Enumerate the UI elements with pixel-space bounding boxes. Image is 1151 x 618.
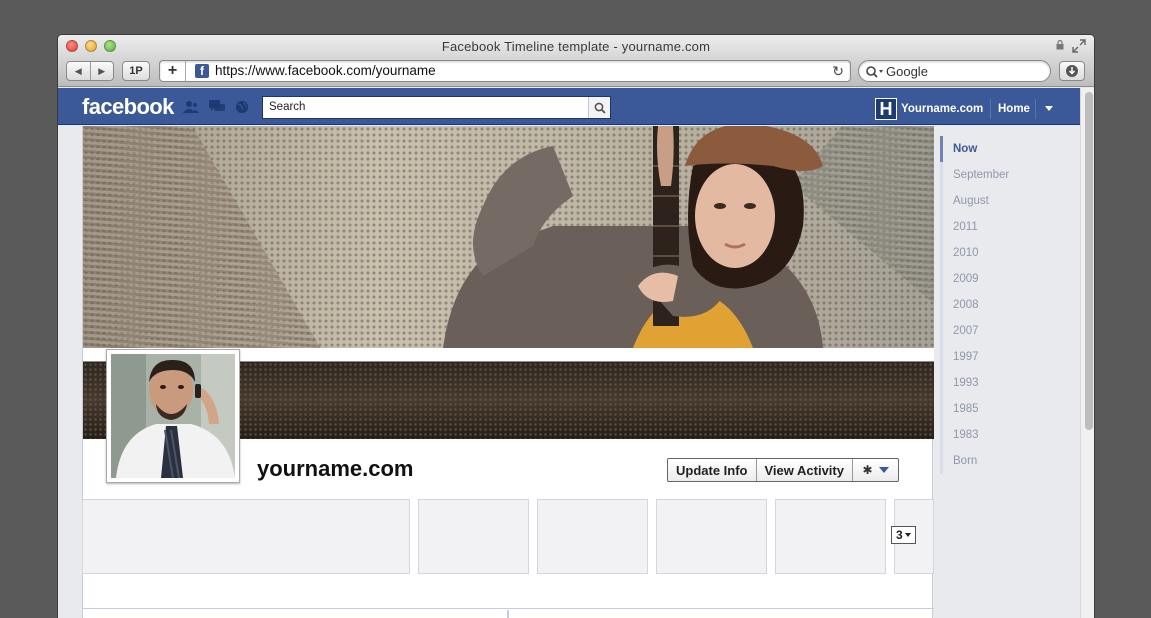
scrubber-item[interactable]: August: [940, 188, 1070, 214]
search-icon: [866, 66, 883, 78]
view-activity-button[interactable]: View Activity: [755, 459, 852, 481]
timeline-column: yourname.com Update Info View Activity ✱…: [82, 126, 934, 618]
fullscreen-icon[interactable]: [1072, 39, 1086, 53]
app-tile[interactable]: [82, 499, 410, 574]
scrubber-item[interactable]: 2009: [940, 266, 1070, 292]
facebook-logo[interactable]: facebook: [82, 94, 174, 120]
downloads-button[interactable]: [1059, 61, 1085, 81]
scrubber-item[interactable]: 2007: [940, 318, 1070, 344]
chevron-down-icon: [878, 467, 889, 473]
extension-button[interactable]: 1P: [122, 61, 150, 81]
title-bar: Facebook Timeline template - yourname.co…: [58, 35, 1094, 59]
more-apps-button[interactable]: 3: [891, 526, 916, 544]
scrubber-item[interactable]: Now: [940, 136, 1070, 162]
profile-name-link[interactable]: Yourname.com: [901, 103, 983, 115]
triangle-right-icon: ▶: [98, 65, 106, 76]
search-engine-label: Google: [886, 64, 928, 79]
scrubber-item[interactable]: 2010: [940, 240, 1070, 266]
app-tile[interactable]: [656, 499, 767, 574]
back-button[interactable]: ◀: [67, 62, 90, 80]
scrubber-item[interactable]: 1993: [940, 370, 1070, 396]
search-placeholder: Search: [269, 101, 306, 113]
update-info-button[interactable]: Update Info: [668, 459, 756, 481]
profile-actions: Update Info View Activity ✱: [667, 458, 899, 482]
caret-down-icon: [904, 533, 911, 537]
header-divider: [1035, 99, 1036, 119]
scrubber-item[interactable]: 1985: [940, 396, 1070, 422]
messages-icon[interactable]: [209, 100, 225, 114]
account-menu-caret-icon[interactable]: [1045, 106, 1053, 111]
header-divider: [990, 99, 991, 119]
profile-thumbnail-icon[interactable]: H: [875, 98, 897, 120]
reload-icon[interactable]: ↻: [832, 63, 844, 80]
forward-button[interactable]: ▶: [89, 62, 114, 80]
browser-search-field[interactable]: Google: [858, 60, 1051, 82]
lock-icon: [1056, 40, 1064, 50]
scrubber-item[interactable]: September: [940, 162, 1070, 188]
facebook-top-bar: facebook Search H Yourname.com Home: [58, 88, 1080, 125]
timeline-divider: [83, 608, 934, 609]
friend-requests-icon[interactable]: [183, 100, 199, 114]
cover-portrait-image: [443, 126, 823, 348]
vertical-scrollbar[interactable]: [1080, 88, 1094, 618]
app-tile[interactable]: [775, 499, 886, 574]
scrubber-item[interactable]: 2008: [940, 292, 1070, 318]
scrubber-item[interactable]: 1983: [940, 422, 1070, 448]
app-tiles: [82, 499, 934, 575]
profile-picture[interactable]: [106, 349, 240, 483]
profile-portrait-image: [111, 354, 235, 478]
settings-menu-button[interactable]: ✱: [851, 459, 898, 481]
triangle-left-icon: ◀: [74, 65, 82, 76]
add-bookmark-button[interactable]: +: [160, 61, 186, 81]
facebook-favicon-icon: f: [195, 64, 209, 78]
gear-icon: ✱: [862, 463, 873, 477]
more-apps-count: 3: [896, 528, 903, 542]
history-nav: ◀ ▶: [66, 61, 114, 81]
app-tile[interactable]: [537, 499, 648, 574]
profile-name: yourname.com: [257, 456, 414, 481]
scrubber-item[interactable]: Born: [940, 448, 1070, 474]
app-tile[interactable]: [418, 499, 529, 574]
notifications-globe-icon[interactable]: [234, 100, 250, 114]
download-icon: [1066, 65, 1078, 77]
home-link[interactable]: Home: [998, 103, 1030, 115]
page-viewport: facebook Search H Yourname.com Home your…: [58, 88, 1094, 618]
browser-window: Facebook Timeline template - yourname.co…: [57, 34, 1095, 618]
scrollbar-thumb[interactable]: [1085, 92, 1093, 430]
scrubber-item[interactable]: 2011: [940, 214, 1070, 240]
facebook-search-input[interactable]: Search: [262, 96, 611, 119]
scrubber-item[interactable]: 1997: [940, 344, 1070, 370]
timeline-scrubber: Now September August 2011 2010 2009 2008 2007 19…: [940, 136, 1070, 474]
facebook-search-button[interactable]: [588, 97, 610, 118]
url-text[interactable]: https://www.facebook.com/yourname: [215, 63, 436, 78]
timeline-spine: [507, 610, 509, 618]
magnifier-icon: [594, 102, 606, 114]
address-bar[interactable]: + f https://www.facebook.com/yourname ↻: [159, 60, 851, 82]
browser-toolbar: ◀ ▶ 1P + f https://www.facebook.com/your…: [58, 59, 1094, 87]
window-title: Facebook Timeline template - yourname.co…: [441, 39, 711, 54]
